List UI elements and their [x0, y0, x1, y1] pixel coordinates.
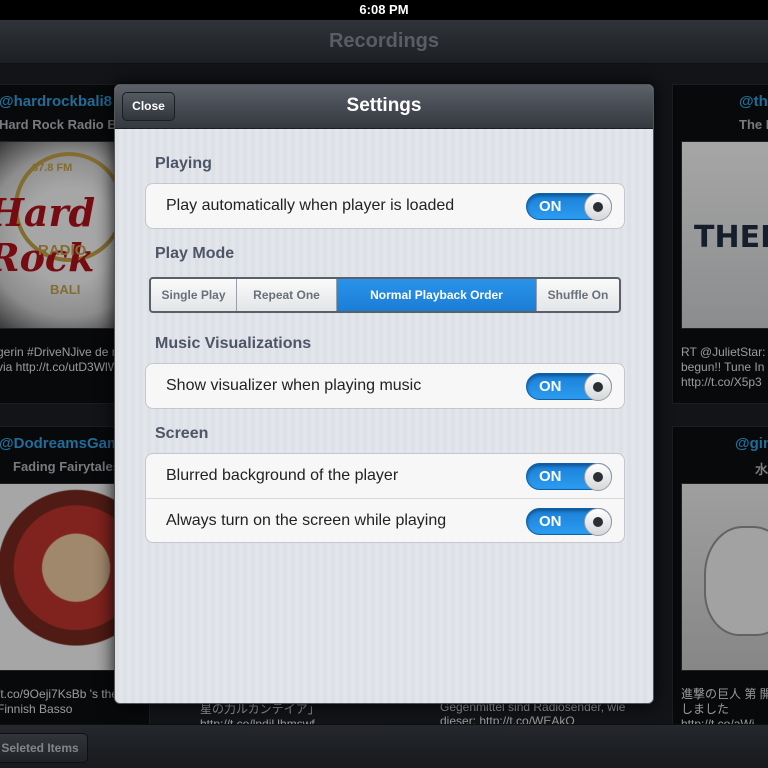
section-label-music-visualizations: Music Visualizations — [155, 335, 312, 352]
segment-shuffle-on[interactable]: Shuffle On — [537, 279, 619, 311]
settings-body: Playing Play automatically when player i… — [115, 129, 653, 703]
play-mode-segmented-control: Single Play Repeat One Normal Playback O… — [149, 277, 621, 313]
modal-header: Settings Close — [115, 85, 653, 129]
toggle-knob — [584, 508, 612, 536]
settings-row-blurred-background: Blurred background of the player ON — [146, 454, 624, 498]
toggle-knob — [584, 373, 612, 401]
segment-single-play[interactable]: Single Play — [151, 279, 237, 311]
section-label-screen: Screen — [155, 425, 209, 442]
settings-modal: Settings Close Playing Play automaticall… — [114, 84, 654, 704]
screen-always-on-toggle[interactable]: ON — [526, 508, 612, 536]
toggle-knob — [584, 463, 612, 491]
settings-group-visualizations: Show visualizer when playing music ON — [145, 363, 625, 409]
row-label: Blurred background of the player — [166, 467, 399, 484]
visualizer-toggle[interactable]: ON — [526, 373, 612, 401]
toggle-state: ON — [539, 513, 562, 530]
status-time: 6:08 PM — [359, 2, 409, 17]
row-label: Always turn on the screen while playing — [166, 512, 447, 529]
section-label-play-mode: Play Mode — [155, 245, 235, 262]
blurred-background-toggle[interactable]: ON — [526, 463, 612, 491]
autoplay-toggle[interactable]: ON — [526, 193, 612, 221]
toggle-state: ON — [539, 198, 562, 215]
toggle-state: ON — [539, 468, 562, 485]
toggle-knob — [584, 193, 612, 221]
settings-group-screen: Blurred background of the player ON Alwa… — [145, 453, 625, 543]
settings-group-playing: Play automatically when player is loaded… — [145, 183, 625, 229]
row-label: Play automatically when player is loaded — [166, 197, 455, 214]
settings-row-screen-always-on: Always turn on the screen while playing … — [146, 498, 624, 542]
settings-row-visualizer: Show visualizer when playing music ON — [146, 364, 624, 408]
modal-title: Settings — [346, 95, 422, 116]
section-label-playing: Playing — [155, 155, 212, 172]
segment-normal-playback-order[interactable]: Normal Playback Order — [337, 279, 537, 311]
segment-repeat-one[interactable]: Repeat One — [237, 279, 337, 311]
status-bar: 6:08 PM — [0, 0, 768, 20]
toggle-state: ON — [539, 378, 562, 395]
row-label: Show visualizer when playing music — [166, 377, 422, 394]
close-button[interactable]: Close — [122, 92, 175, 121]
settings-row-autoplay: Play automatically when player is loaded… — [146, 184, 624, 228]
